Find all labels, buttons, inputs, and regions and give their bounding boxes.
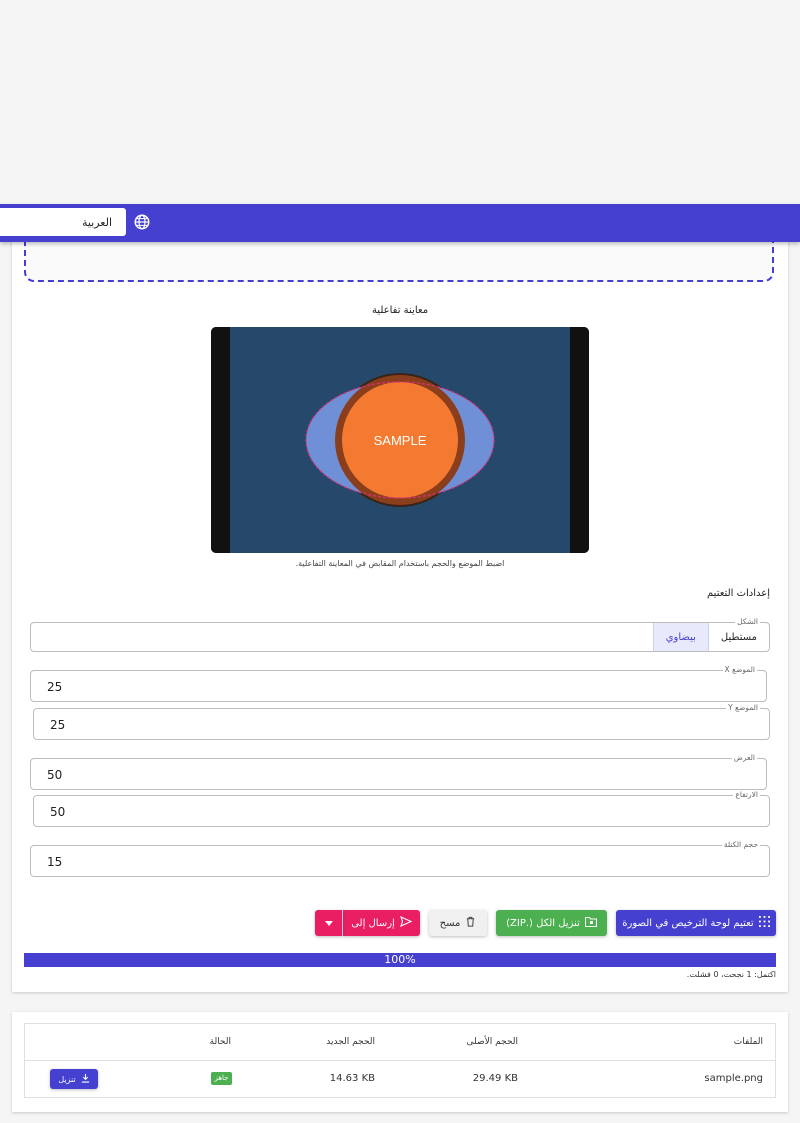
result-summary: اكتمل: 1 نجحت، 0 فشلت. <box>686 970 776 979</box>
header-new-size: الحجم الجديد <box>326 1037 375 1047</box>
preview-title: معاينة تفاعلية <box>371 305 429 316</box>
table-divider <box>25 1060 775 1061</box>
shape-field: مستطيل بيضاوي <box>30 622 770 652</box>
block-size-label: حجم الكتلة <box>721 840 760 849</box>
interactive-preview[interactable]: SAMPLE <box>211 327 589 553</box>
grid-icon <box>758 916 770 930</box>
height-input[interactable]: 50 <box>33 795 770 827</box>
shape-option-rectangle[interactable]: مستطيل <box>709 623 769 651</box>
clear-button[interactable]: مسح <box>429 910 487 936</box>
pixelate-button[interactable]: تعتيم لوحة الترخيص في الصورة <box>616 910 776 936</box>
sample-text: SAMPLE <box>374 433 427 448</box>
preview-image[interactable]: SAMPLE <box>211 327 589 553</box>
position-y-value: 25 <box>50 718 66 732</box>
height-value: 50 <box>50 805 66 819</box>
header-status: الحالة <box>209 1037 231 1047</box>
send-to-label: إرسال إلى <box>351 917 395 929</box>
caret-down-icon <box>324 918 333 929</box>
header-original-size: الحجم الأصلى <box>466 1037 518 1047</box>
cell-original-size: 29.49 KB <box>472 1073 518 1084</box>
position-x-value: 25 <box>47 680 63 694</box>
position-x-input[interactable]: 25 <box>30 670 767 702</box>
send-icon <box>399 915 413 930</box>
cell-new-size: 14.63 KB <box>329 1073 375 1084</box>
settings-title: إعدادات التعتيم <box>707 588 770 599</box>
language-select[interactable]: العربية <box>0 208 126 236</box>
download-all-button[interactable]: تنزيل الكل (.ZIP) <box>496 910 607 936</box>
clear-button-label: مسح <box>439 917 461 929</box>
header-files: الملفات <box>733 1037 763 1047</box>
block-size-value: 15 <box>47 855 63 869</box>
position-y-input[interactable]: 25 <box>33 708 770 740</box>
position-x-label: الموضع X <box>722 665 757 674</box>
download-icon <box>81 1073 90 1085</box>
width-value: 50 <box>47 768 63 782</box>
shape-option-ellipse[interactable]: بيضاوي <box>652 623 709 651</box>
position-y-label: الموضع Y <box>726 703 760 712</box>
width-input[interactable]: 50 <box>30 758 767 790</box>
folder-zip-icon <box>584 916 597 930</box>
preview-hint: اضبط الموضع والحجم باستخدام المقابض في ا… <box>295 559 505 568</box>
language-select-value: العربية <box>81 215 112 229</box>
download-all-label: تنزيل الكل (.ZIP) <box>506 917 580 929</box>
progress-bar: 100% <box>24 953 776 967</box>
row-download-label: تنزيل <box>58 1074 76 1084</box>
globe-icon[interactable] <box>133 213 151 231</box>
send-to-dropdown-button[interactable] <box>315 910 342 936</box>
shape-label: الشكل <box>735 617 760 626</box>
height-label: الارتفاع <box>733 790 760 799</box>
cell-file-name: sample.png <box>704 1073 763 1084</box>
block-size-input[interactable]: 15 <box>30 845 770 877</box>
pixelate-button-label: تعتيم لوحة الترخيص في الصورة <box>622 917 754 929</box>
send-to-button[interactable]: إرسال إلى <box>343 910 420 936</box>
progress-text: 100% <box>384 953 416 966</box>
width-label: العرض <box>731 753 757 762</box>
status-badge: جاهز <box>211 1072 232 1085</box>
clear-icon <box>465 916 476 930</box>
row-download-button[interactable]: تنزيل <box>50 1069 98 1089</box>
